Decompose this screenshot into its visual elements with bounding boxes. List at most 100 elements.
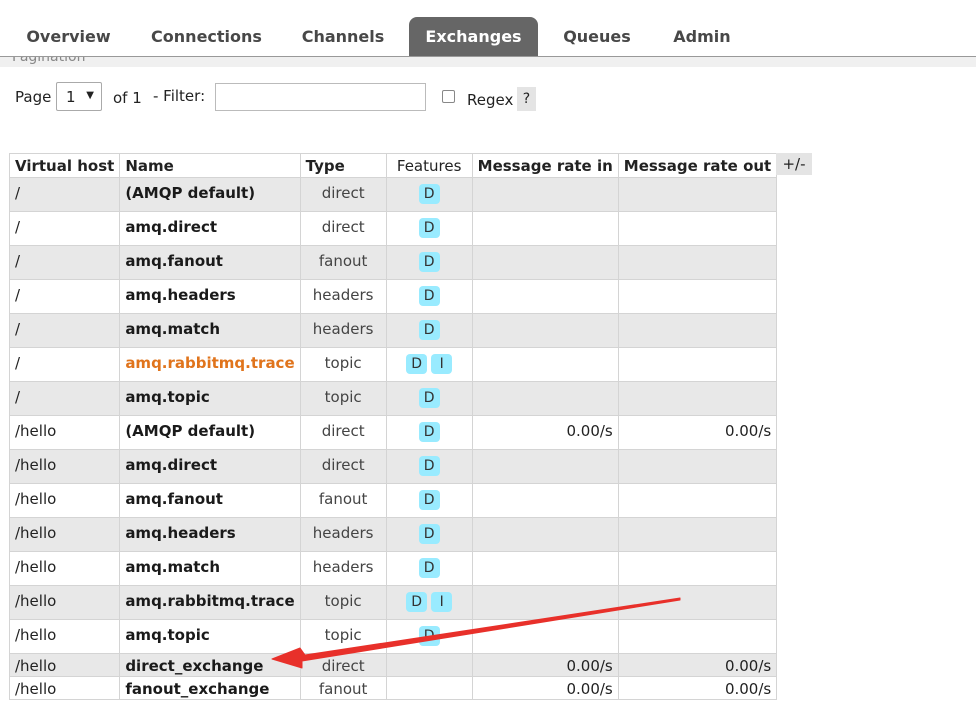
cell-virtual-host: / <box>8 279 121 314</box>
cell-virtual-host: /hello <box>8 619 121 654</box>
cell-features <box>385 676 473 700</box>
cell-virtual-host: /hello <box>8 449 121 484</box>
tab-channels[interactable]: Channels <box>290 17 396 56</box>
cell-type: direct <box>299 653 387 677</box>
cell-message-rate-out <box>617 177 778 212</box>
cell-message-rate-in <box>471 381 619 416</box>
feature-badge: D <box>418 524 440 544</box>
tab-overview[interactable]: Overview <box>12 17 125 56</box>
cell-type: fanout <box>299 483 387 518</box>
cell-features: D <box>385 551 473 586</box>
cell-message-rate-out <box>617 347 778 382</box>
exchange-name-link[interactable]: amq.match <box>119 551 301 586</box>
cell-virtual-host: /hello <box>8 653 121 677</box>
cell-message-rate-in <box>471 449 619 484</box>
exchange-name-link[interactable]: fanout_exchange <box>119 676 301 700</box>
tab-exchanges[interactable]: Exchanges <box>409 17 538 56</box>
column-header-virtual-host[interactable]: Virtual host <box>8 153 121 178</box>
cell-type: fanout <box>299 676 387 700</box>
cell-virtual-host: / <box>8 211 121 246</box>
exchange-name-link[interactable]: amq.fanout <box>119 245 301 280</box>
page-select[interactable]: 1 ▼ <box>56 82 102 111</box>
cell-message-rate-out <box>617 211 778 246</box>
tab-admin[interactable]: Admin <box>660 17 744 56</box>
table-row: / (AMQP default) direct D <box>8 177 778 212</box>
tab-connections[interactable]: Connections <box>140 17 273 56</box>
column-header-type[interactable]: Type <box>299 153 387 178</box>
feature-badge: I <box>431 592 453 612</box>
cell-type: fanout <box>299 245 387 280</box>
table-row: /hello (AMQP default) direct D 0.00/s 0.00/s <box>8 415 778 450</box>
feature-badge: D <box>418 422 440 442</box>
cell-message-rate-in <box>471 619 619 654</box>
cell-type: direct <box>299 415 387 450</box>
table-header-row: Virtual host Name Type Features Message … <box>8 153 778 178</box>
cell-features: D <box>385 245 473 280</box>
cell-features: D <box>385 415 473 450</box>
regex-checkbox[interactable] <box>442 90 455 103</box>
cell-type: direct <box>299 177 387 212</box>
cell-message-rate-in <box>471 177 619 212</box>
cell-type: headers <box>299 551 387 586</box>
exchange-name-link[interactable]: amq.headers <box>119 279 301 314</box>
cell-type: topic <box>299 347 387 382</box>
cell-features: D <box>385 279 473 314</box>
cell-virtual-host: / <box>8 347 121 382</box>
feature-badge: D <box>418 320 440 340</box>
cell-message-rate-out <box>617 483 778 518</box>
exchanges-table: Virtual host Name Type Features Message … <box>8 153 778 700</box>
feature-badge: D <box>418 558 440 578</box>
cell-virtual-host: /hello <box>8 676 121 700</box>
cell-message-rate-in <box>471 245 619 280</box>
feature-badge: D <box>418 388 440 408</box>
table-row: / amq.direct direct D <box>8 211 778 246</box>
column-header-name[interactable]: Name <box>119 153 301 178</box>
exchange-name-link[interactable]: direct_exchange <box>119 653 301 677</box>
tab-queues[interactable]: Queues <box>552 17 642 56</box>
feature-badge: D <box>406 592 428 612</box>
feature-badge: D <box>418 252 440 272</box>
cell-type: headers <box>299 313 387 348</box>
cell-message-rate-out <box>617 551 778 586</box>
toggle-columns-button[interactable]: +/- <box>776 153 812 175</box>
cell-message-rate-in: 0.00/s <box>471 653 619 677</box>
filter-input[interactable] <box>215 83 426 111</box>
column-header-features: Features <box>385 153 473 178</box>
cell-features: D <box>385 449 473 484</box>
feature-badge: D <box>418 490 440 510</box>
table-row: /hello fanout_exchange fanout 0.00/s 0.00/s <box>8 676 778 700</box>
cell-type: topic <box>299 381 387 416</box>
exchange-name-link[interactable]: amq.direct <box>119 449 301 484</box>
page-count-label: of 1 <box>113 89 142 107</box>
cell-message-rate-out <box>617 449 778 484</box>
chevron-down-icon: ▼ <box>86 90 94 101</box>
cell-message-rate-out <box>617 245 778 280</box>
column-header-message-rate-in[interactable]: Message rate in <box>471 153 619 178</box>
help-button[interactable]: ? <box>517 87 536 111</box>
column-header-message-rate-out[interactable]: Message rate out <box>617 153 778 178</box>
exchange-name-link[interactable]: amq.topic <box>119 381 301 416</box>
exchange-name-link[interactable]: amq.headers <box>119 517 301 552</box>
feature-badge: D <box>418 184 440 204</box>
exchange-name-link[interactable]: amq.match <box>119 313 301 348</box>
exchange-name-link[interactable]: amq.topic <box>119 619 301 654</box>
exchange-name-link[interactable]: amq.direct <box>119 211 301 246</box>
filter-label: - Filter: <box>153 87 206 105</box>
cell-features: D <box>385 211 473 246</box>
feature-badge: D <box>406 354 428 374</box>
cell-message-rate-out <box>617 619 778 654</box>
cell-message-rate-out <box>617 585 778 620</box>
cell-message-rate-in <box>471 313 619 348</box>
exchange-name-link[interactable]: (AMQP default) <box>119 177 301 212</box>
exchange-name-link[interactable]: amq.rabbitmq.trace <box>119 585 301 620</box>
cell-virtual-host: /hello <box>8 415 121 450</box>
cell-features <box>385 653 473 677</box>
exchange-name-link[interactable]: amq.rabbitmq.trace <box>119 347 301 382</box>
exchange-name-link[interactable]: amq.fanout <box>119 483 301 518</box>
cell-message-rate-out <box>617 279 778 314</box>
section-heading-strip: Pagination <box>0 57 976 67</box>
exchange-name-link[interactable]: (AMQP default) <box>119 415 301 450</box>
cell-message-rate-in <box>471 347 619 382</box>
table-row: /hello amq.headers headers D <box>8 517 778 552</box>
feature-badge: D <box>418 218 440 238</box>
